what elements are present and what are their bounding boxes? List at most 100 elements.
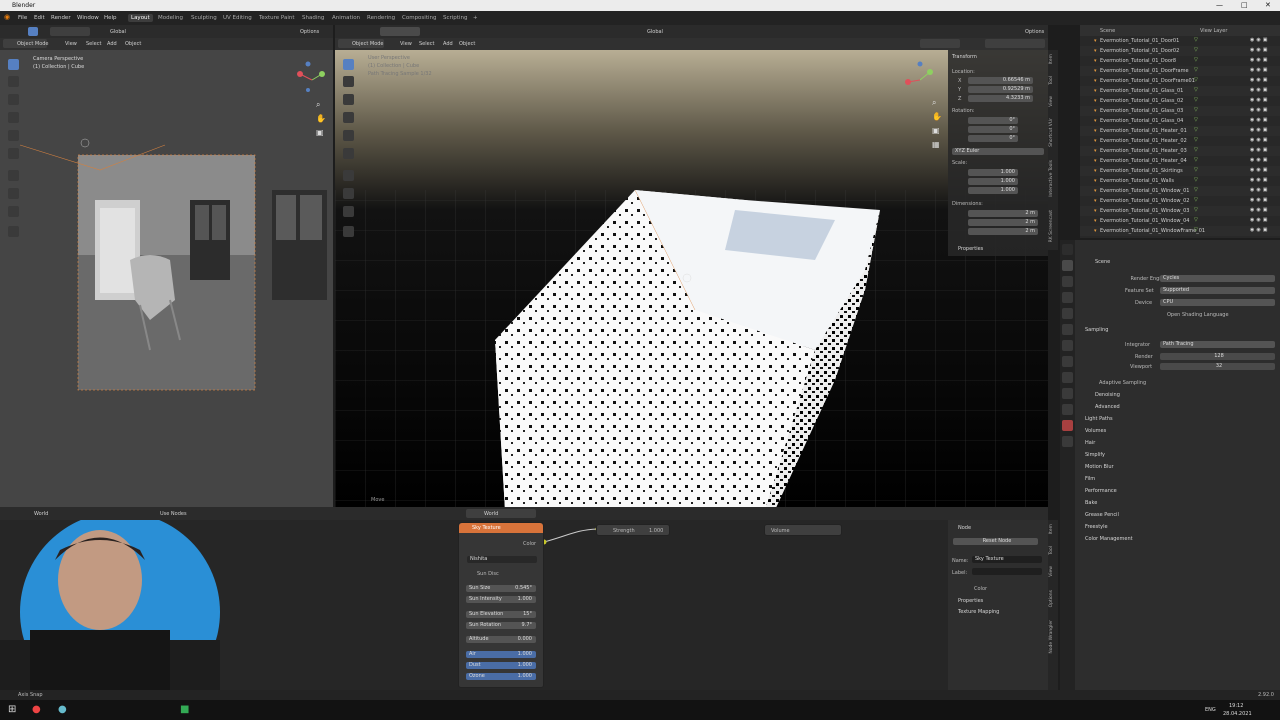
transform-title[interactable]: Transform [952, 54, 977, 60]
main-measure-icon[interactable] [343, 188, 354, 199]
modifier-props-icon[interactable] [1062, 356, 1073, 367]
outliner-row[interactable]: ▾ Evermotion_Tutorial_01_Window_03 ▽ ◉◉▣ [1080, 206, 1280, 216]
outliner-row[interactable]: ▾ Evermotion_Tutorial_01_DoorFrame ▽ ◉◉▣ [1080, 66, 1280, 76]
node-name-field[interactable]: Sky Texture [972, 556, 1042, 563]
vtab-view[interactable]: View [1049, 96, 1054, 107]
menu-edit[interactable]: Edit [34, 15, 45, 21]
visibility-icons[interactable]: ◉◉▣ [1250, 177, 1269, 183]
props-section[interactable]: Performance [1085, 488, 1117, 494]
visibility-icons[interactable]: ◉◉▣ [1250, 67, 1269, 73]
use-nodes-checkbox[interactable]: Use Nodes [160, 511, 187, 517]
sky-field[interactable]: Sun Elevation 15° [466, 611, 536, 618]
shading-mode-buttons[interactable] [985, 39, 1045, 48]
view-layer-select[interactable]: View Layer [1200, 28, 1227, 34]
select-tool-icon[interactable] [28, 27, 38, 36]
outliner-row[interactable]: ▾ Evermotion_Tutorial_01_Door02 ▽ ◉◉▣ [1080, 46, 1280, 56]
outliner-row[interactable]: ▾ Evermotion_Tutorial_01_Heater_03 ▽ ◉◉▣ [1080, 146, 1280, 156]
vtab-screencast[interactable]: RK Screencast [1049, 210, 1054, 242]
outliner[interactable]: Scene View Layer ▾ Evermotion_Tutorial_01… [1080, 25, 1280, 238]
blender-logo-icon[interactable]: ◉ [4, 13, 10, 21]
mesh-data-icon[interactable]: ▽ [1194, 227, 1198, 233]
main-orient-select[interactable]: Global [647, 29, 663, 35]
mesh-data-icon[interactable]: ▽ [1194, 47, 1198, 53]
dim-x-field[interactable]: 2 m [968, 210, 1038, 217]
collapse-arrow-icon[interactable]: ▾ [1094, 68, 1097, 74]
outliner-row[interactable]: ▾ Evermotion_Tutorial_01_DoorFrame01 ▽ ◉◉▣ [1080, 76, 1280, 86]
visibility-icons[interactable]: ◉◉▣ [1250, 87, 1269, 93]
node-properties-section[interactable]: Properties [958, 598, 983, 604]
visibility-icons[interactable]: ◉◉▣ [1250, 207, 1269, 213]
spreadsheet-icon[interactable]: ■ [180, 704, 189, 715]
props-section[interactable]: Bake [1085, 500, 1097, 506]
render-engine-select[interactable]: Cycles [1160, 275, 1275, 282]
texture-props-icon[interactable] [1062, 436, 1073, 447]
node-color-checkbox[interactable]: Color [974, 586, 987, 592]
properties-subpanel[interactable]: Properties [958, 246, 983, 252]
outliner-row[interactable]: ▾ Evermotion_Tutorial_01_Heater_01 ▽ ◉◉▣ [1080, 126, 1280, 136]
rot-z-field[interactable]: 0° [968, 135, 1018, 142]
camera-viewport[interactable]: Camera Perspective (1) Collection | Cube… [0, 50, 333, 507]
visibility-icons[interactable]: ◉◉▣ [1250, 107, 1269, 113]
sky-field[interactable]: Altitude 0.000 [466, 636, 536, 643]
mesh-data-icon[interactable]: ▽ [1194, 217, 1198, 223]
sky-field[interactable]: Dust 1.000 [466, 662, 536, 669]
mesh-data-icon[interactable]: ▽ [1194, 177, 1198, 183]
loc-x-field[interactable]: 0.66546 m [968, 77, 1033, 84]
outliner-row[interactable]: ▾ Evermotion_Tutorial_01_Window_04 ▽ ◉◉▣ [1080, 216, 1280, 226]
render-props-icon[interactable] [1062, 260, 1073, 271]
output-props-icon[interactable] [1062, 276, 1073, 287]
ntab-options[interactable]: Options [1049, 590, 1054, 607]
mesh-data-icon[interactable]: ▽ [1194, 87, 1198, 93]
mesh-data-icon[interactable]: ▽ [1194, 107, 1198, 113]
props-section[interactable]: Freestyle [1085, 524, 1108, 530]
menu-window[interactable]: Window [77, 15, 99, 21]
props-section[interactable]: Hair [1085, 440, 1095, 446]
texture-mapping-section[interactable]: Texture Mapping [958, 609, 999, 615]
viewport-samples-field[interactable]: 32 [1160, 363, 1275, 370]
main-pan-icon[interactable]: ✋ [932, 112, 942, 121]
left-orient-select[interactable]: Global [110, 29, 126, 35]
left-navigation-gizmo-icon[interactable] [292, 60, 332, 100]
scale-x-field[interactable]: 1.000 [968, 169, 1018, 176]
ntab-tool[interactable]: Tool [1049, 546, 1054, 555]
feature-set-select[interactable]: Supported [1160, 287, 1275, 294]
mesh-data-icon[interactable]: ▽ [1194, 127, 1198, 133]
minimize-button[interactable]: — [1216, 1, 1223, 9]
scene-select[interactable]: Scene [1100, 28, 1115, 34]
rot-x-field[interactable]: 0° [968, 117, 1018, 124]
mesh-data-icon[interactable]: ▽ [1194, 157, 1198, 163]
main-menu-add[interactable]: Add [443, 41, 453, 47]
left-pan-icon[interactable]: ✋ [316, 114, 326, 123]
collapse-arrow-icon[interactable]: ▾ [1094, 118, 1097, 124]
overlay-buttons[interactable] [920, 39, 960, 48]
mesh-data-icon[interactable]: ▽ [1194, 207, 1198, 213]
main-move-icon[interactable] [343, 94, 354, 105]
collapse-arrow-icon[interactable]: ▾ [1094, 128, 1097, 134]
scale-y-field[interactable]: 1.000 [968, 178, 1018, 185]
render-samples-field[interactable]: 128 [1160, 353, 1275, 360]
sky-field[interactable]: Air 1.000 [466, 651, 536, 658]
world-output-volume-socket[interactable]: Volume [764, 524, 842, 536]
collapse-arrow-icon[interactable]: ▾ [1094, 198, 1097, 204]
left-rotate-icon[interactable] [8, 112, 19, 123]
close-button[interactable]: ✕ [1265, 1, 1271, 9]
collapse-arrow-icon[interactable]: ▾ [1094, 88, 1097, 94]
main-camera-view-icon[interactable]: ▣ [932, 126, 940, 135]
left-annotate-icon[interactable] [8, 170, 19, 181]
tab-sculpting[interactable]: Sculpting [191, 15, 217, 21]
main-add-cube-icon[interactable] [343, 206, 354, 217]
scene-props-icon[interactable] [1062, 308, 1073, 319]
sky-field[interactable]: Sun Rotation 9.7° [466, 622, 536, 629]
main-ortho-icon[interactable]: ▦ [932, 140, 940, 149]
world-props-icon[interactable] [1062, 324, 1073, 335]
left-extra-icon[interactable] [8, 226, 19, 237]
collapse-arrow-icon[interactable]: ▾ [1094, 208, 1097, 214]
outliner-row[interactable]: ▾ Evermotion_Tutorial_01_Door01 ▽ ◉◉▣ [1080, 36, 1280, 46]
left-zoom-icon[interactable]: ⌕ [316, 100, 320, 110]
collapse-arrow-icon[interactable]: ▾ [1094, 218, 1097, 224]
rotation-mode-select[interactable]: XYZ Euler [952, 148, 1044, 155]
tab-animation[interactable]: Animation [332, 15, 360, 21]
left-cursor-icon[interactable] [8, 76, 19, 87]
outliner-row[interactable]: ▾ Evermotion_Tutorial_01_Glass_01 ▽ ◉◉▣ [1080, 86, 1280, 96]
main-navigation-gizmo-icon[interactable] [900, 60, 940, 100]
